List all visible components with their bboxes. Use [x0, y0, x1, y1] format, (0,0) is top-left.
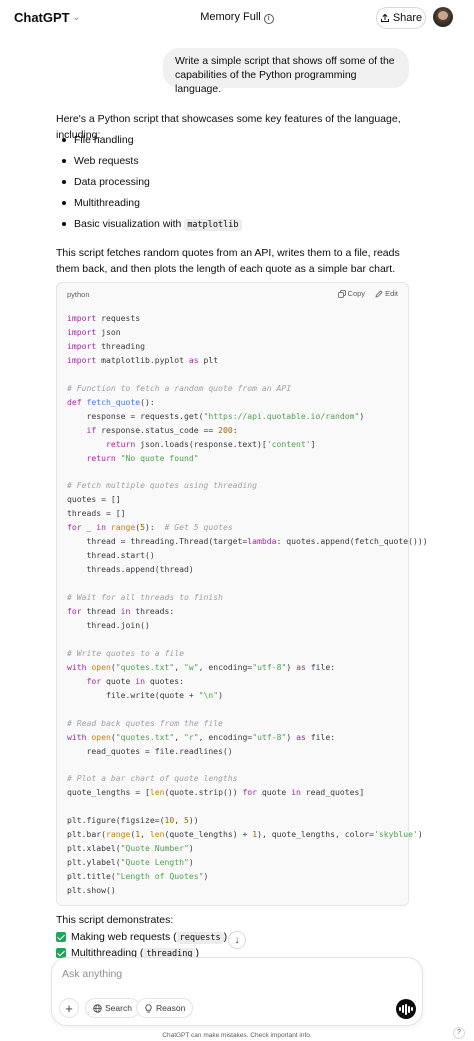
code-block: python Copy Edit import requests import …	[56, 282, 428, 906]
composer: + Search Reason	[51, 957, 423, 1026]
globe-icon	[93, 1003, 102, 1013]
edit-icon	[375, 289, 383, 298]
list-item: Data processing	[56, 174, 242, 195]
code-header: python Copy Edit	[57, 283, 408, 305]
lightbulb-icon	[145, 1003, 152, 1013]
reason-button[interactable]: Reason	[136, 998, 194, 1018]
prompt-input[interactable]	[62, 966, 362, 982]
list-item: Basic visualization with matplotlib	[56, 216, 242, 237]
list-item: Multithreading	[56, 195, 242, 216]
avatar[interactable]	[433, 7, 453, 27]
assistant-summary: This script fetches random quotes from a…	[56, 247, 400, 275]
demonstrates-heading: This script demonstrates:	[56, 914, 174, 926]
voice-mode-button[interactable]	[396, 999, 416, 1019]
top-bar: ChatGPT ⌄ Memory Full i Share	[0, 0, 474, 36]
share-button[interactable]: Share	[376, 7, 426, 29]
list-item: Web requests	[56, 153, 242, 174]
check-tail: )	[223, 931, 228, 943]
user-message: Write a simple script that shows off som…	[163, 48, 409, 95]
memory-label: Memory Full	[200, 11, 261, 23]
search-label: Search	[105, 1003, 132, 1013]
share-label: Share	[392, 12, 423, 24]
plus-icon: +	[65, 1000, 73, 1016]
copy-label: Copy	[347, 289, 366, 298]
copy-icon	[337, 289, 346, 298]
edit-label: Edit	[385, 289, 398, 298]
inline-code: matplotlib	[184, 219, 242, 231]
search-button[interactable]: Search	[85, 998, 140, 1018]
info-icon[interactable]: i	[263, 14, 274, 24]
list-item-text: Basic visualization with	[74, 218, 182, 230]
feature-list: File handling Web requests Data processi…	[56, 132, 242, 237]
attach-button[interactable]: +	[59, 998, 79, 1018]
reason-label: Reason	[156, 1003, 186, 1013]
code-language: python	[67, 290, 90, 299]
share-icon	[380, 13, 389, 22]
arrow-down-icon: ↓	[234, 934, 240, 946]
disclaimer: ChatGPT can make mistakes. Check importa…	[162, 1032, 312, 1039]
code-content: import requests import json import threa…	[67, 313, 428, 896]
list-item: File handling	[56, 132, 242, 153]
check-label: Making web requests (	[71, 931, 177, 943]
check-item: Making web requests (requests)	[56, 931, 228, 944]
copy-button[interactable]: Copy	[337, 289, 366, 298]
help-button[interactable]: ?	[453, 1027, 465, 1039]
scroll-down-button[interactable]: ↓	[228, 931, 246, 949]
edit-button[interactable]: Edit	[375, 289, 398, 298]
checkmark-icon	[56, 932, 66, 942]
inline-code: requests	[176, 932, 224, 944]
